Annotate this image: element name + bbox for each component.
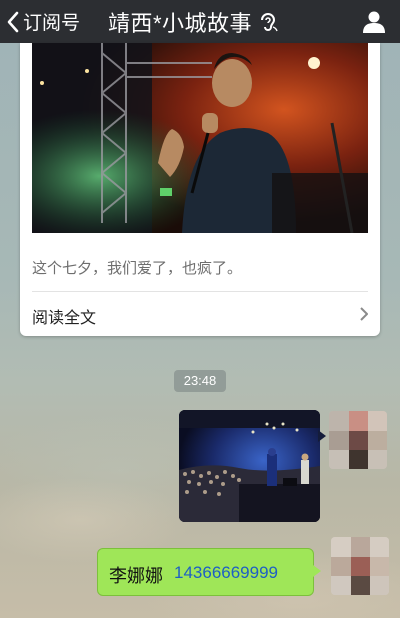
chevron-right-icon xyxy=(360,307,368,321)
page-title: 靖西*小城故事 xyxy=(108,10,253,36)
image-message[interactable] xyxy=(179,410,320,522)
text-bubble-tail xyxy=(313,565,321,577)
earpiece-icon xyxy=(261,12,278,31)
back-label: 订阅号 xyxy=(23,13,81,34)
avatar[interactable] xyxy=(329,411,387,469)
article-cover-image xyxy=(32,43,368,233)
avatar[interactable] xyxy=(331,537,389,595)
chat-title: 靖西*小城故事 xyxy=(108,0,278,43)
read-more-link[interactable]: 阅读全文 xyxy=(20,292,380,336)
message-timestamp: 23:48 xyxy=(174,370,226,392)
chevron-left-icon xyxy=(7,11,19,32)
user-icon[interactable] xyxy=(362,9,386,33)
text-message[interactable]: 李娜娜 14366669999 xyxy=(97,548,314,596)
article-description: 这个七夕，我们爱了，也疯了。 xyxy=(32,260,243,277)
message-name: 李娜娜 xyxy=(109,566,163,586)
article-card[interactable]: 这个七夕，我们爱了，也疯了。 阅读全文 xyxy=(20,43,380,336)
read-more-label: 阅读全文 xyxy=(32,310,97,327)
back-button[interactable]: 订阅号 xyxy=(6,0,80,43)
image-bubble-tail xyxy=(318,430,326,442)
top-bar: 订阅号 靖西*小城故事 xyxy=(0,0,400,43)
phone-number-link[interactable]: 14366669999 xyxy=(174,563,278,583)
